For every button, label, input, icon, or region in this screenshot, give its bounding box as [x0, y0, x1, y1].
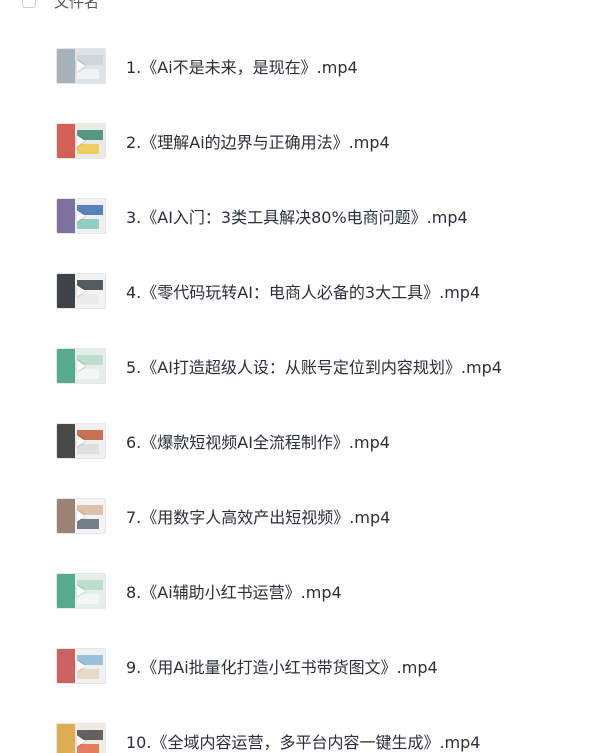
- play-icon: [76, 585, 86, 597]
- file-name[interactable]: 8.《Ai辅助小红书运营》.mp4: [126, 579, 342, 603]
- file-row[interactable]: 1.《Ai不是未来，是现在》.mp4: [0, 36, 615, 96]
- thumbnail-graphic: [57, 349, 75, 383]
- thumbnail-graphic: [57, 724, 75, 753]
- thumbnail-graphic: [57, 49, 75, 83]
- play-icon: [76, 360, 86, 372]
- video-thumbnail[interactable]: [56, 423, 106, 459]
- video-thumbnail[interactable]: [56, 573, 106, 609]
- play-icon: [76, 735, 86, 747]
- play-icon: [76, 210, 86, 222]
- video-thumbnail[interactable]: [56, 348, 106, 384]
- list-header: 文件名: [0, 0, 615, 14]
- file-name[interactable]: 3.《AI入门：3类工具解决80%电商问题》.mp4: [126, 204, 468, 228]
- file-name[interactable]: 10.《全域内容运营，多平台内容一键生成》.mp4: [126, 729, 480, 753]
- play-icon: [76, 285, 86, 297]
- file-name[interactable]: 9.《用Ai批量化打造小红书带货图文》.mp4: [126, 654, 438, 678]
- play-icon: [76, 510, 86, 522]
- video-thumbnail[interactable]: [56, 48, 106, 84]
- file-browser: 文件名 1.《Ai不是未来，是现在》.mp4 2.《理解Ai的边界与正确用法》.m…: [0, 0, 615, 753]
- file-name[interactable]: 2.《理解Ai的边界与正确用法》.mp4: [126, 129, 390, 153]
- play-icon: [76, 660, 86, 672]
- file-row[interactable]: 8.《Ai辅助小红书运营》.mp4: [0, 561, 615, 621]
- file-row[interactable]: 9.《用Ai批量化打造小红书带货图文》.mp4: [0, 636, 615, 696]
- play-icon: [76, 435, 86, 447]
- file-row[interactable]: 6.《爆款短视频AI全流程制作》.mp4: [0, 411, 615, 471]
- file-name[interactable]: 5.《AI打造超级人设：从账号定位到内容规划》.mp4: [126, 354, 502, 378]
- file-row[interactable]: 10.《全域内容运营，多平台内容一键生成》.mp4: [0, 711, 615, 753]
- thumbnail-graphic: [57, 199, 75, 233]
- video-thumbnail[interactable]: [56, 648, 106, 684]
- video-thumbnail[interactable]: [56, 123, 106, 159]
- video-thumbnail[interactable]: [56, 273, 106, 309]
- file-name[interactable]: 1.《Ai不是未来，是现在》.mp4: [126, 54, 358, 78]
- file-row[interactable]: 7.《用数字人高效产出短视频》.mp4: [0, 486, 615, 546]
- video-thumbnail[interactable]: [56, 198, 106, 234]
- column-header-filename[interactable]: 文件名: [54, 0, 99, 12]
- play-icon: [76, 60, 86, 72]
- thumbnail-graphic: [57, 274, 75, 308]
- file-row[interactable]: 5.《AI打造超级人设：从账号定位到内容规划》.mp4: [0, 336, 615, 396]
- thumbnail-graphic: [57, 499, 75, 533]
- file-row[interactable]: 4.《零代码玩转AI：电商人必备的3大工具》.mp4: [0, 261, 615, 321]
- video-thumbnail[interactable]: [56, 498, 106, 534]
- file-name[interactable]: 6.《爆款短视频AI全流程制作》.mp4: [126, 429, 390, 453]
- file-row[interactable]: 2.《理解Ai的边界与正确用法》.mp4: [0, 111, 615, 171]
- thumbnail-graphic: [57, 574, 75, 608]
- play-icon: [76, 135, 86, 147]
- thumbnail-graphic: [57, 424, 75, 458]
- thumbnail-graphic: [57, 649, 75, 683]
- file-row[interactable]: 3.《AI入门：3类工具解决80%电商问题》.mp4: [0, 186, 615, 246]
- select-all-checkbox[interactable]: [22, 0, 36, 8]
- thumbnail-graphic: [57, 124, 75, 158]
- video-thumbnail[interactable]: [56, 723, 106, 753]
- file-name[interactable]: 4.《零代码玩转AI：电商人必备的3大工具》.mp4: [126, 279, 480, 303]
- file-name[interactable]: 7.《用数字人高效产出短视频》.mp4: [126, 504, 390, 528]
